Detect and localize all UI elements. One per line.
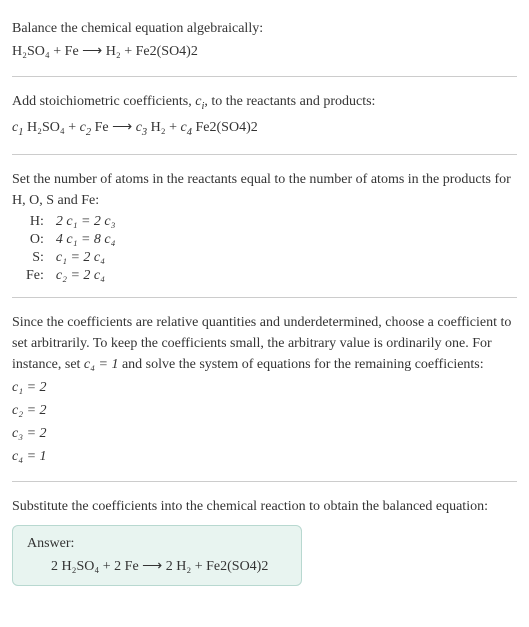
table-row: Fe: c₂ = 2 c₄ bbox=[20, 267, 122, 285]
text: , to the reactants and products: bbox=[204, 94, 375, 109]
answer-label: Answer: bbox=[27, 536, 287, 552]
c4: c4 bbox=[181, 120, 192, 135]
answer-equation: 2 H₂SO₄ + 2 Fe ⟶ 2 H₂ + Fe2(SO4)2 bbox=[27, 558, 287, 575]
divider bbox=[12, 154, 517, 155]
section-coefficients: Add stoichiometric coefficients, ci, to … bbox=[12, 81, 517, 150]
text: Fe ⟶ bbox=[91, 120, 136, 135]
solution-line: c₁ = 2 bbox=[12, 377, 517, 398]
c3: c3 bbox=[136, 120, 147, 135]
element-label: S: bbox=[20, 249, 50, 267]
divider bbox=[12, 297, 517, 298]
element-equation: c₁ = 2 c₄ bbox=[50, 249, 122, 267]
text: Add stoichiometric coefficients, bbox=[12, 94, 195, 109]
solution-line: c₂ = 2 bbox=[12, 400, 517, 421]
problem-title: Balance the chemical equation algebraica… bbox=[12, 18, 517, 39]
element-equation: 4 c₁ = 8 c₄ bbox=[50, 231, 122, 249]
solution-line: c₃ = 2 bbox=[12, 423, 517, 444]
text: and solve the system of equations for th… bbox=[118, 357, 483, 372]
balance-title: Set the number of atoms in the reactants… bbox=[12, 169, 517, 211]
divider bbox=[12, 76, 517, 77]
section-answer: Substitute the coefficients into the che… bbox=[12, 486, 517, 594]
coeff-title: Add stoichiometric coefficients, ci, to … bbox=[12, 91, 517, 115]
answer-box: Answer: 2 H₂SO₄ + 2 Fe ⟶ 2 H₂ + Fe2(SO4)… bbox=[12, 525, 302, 586]
element-equation: 2 c₁ = 2 c₃ bbox=[50, 213, 122, 231]
element-label: H: bbox=[20, 213, 50, 231]
element-label: O: bbox=[20, 231, 50, 249]
section-solve: Since the coefficients are relative quan… bbox=[12, 302, 517, 477]
problem-equation: H₂SO₄ + Fe ⟶ H₂ + Fe2(SO4)2 bbox=[12, 41, 517, 62]
answer-title: Substitute the coefficients into the che… bbox=[12, 496, 517, 517]
coeff-equation: c1 H₂SO₄ + c2 Fe ⟶ c3 H₂ + c4 Fe2(SO4)2 bbox=[12, 117, 517, 141]
balance-table: H: 2 c₁ = 2 c₃ O: 4 c₁ = 8 c₄ S: c₁ = 2 … bbox=[20, 213, 122, 285]
section-atom-balance: Set the number of atoms in the reactants… bbox=[12, 159, 517, 293]
table-row: O: 4 c₁ = 8 c₄ bbox=[20, 231, 122, 249]
solution-line: c₄ = 1 bbox=[12, 446, 517, 467]
text: H₂SO₄ + bbox=[23, 120, 79, 135]
c4-assign: c₄ = 1 bbox=[84, 357, 119, 372]
c2: c2 bbox=[80, 120, 91, 135]
table-row: S: c₁ = 2 c₄ bbox=[20, 249, 122, 267]
c1: c1 bbox=[12, 120, 23, 135]
element-label: Fe: bbox=[20, 267, 50, 285]
text: Fe2(SO4)2 bbox=[192, 120, 258, 135]
element-equation: c₂ = 2 c₄ bbox=[50, 267, 122, 285]
text: H₂ + bbox=[147, 120, 180, 135]
table-row: H: 2 c₁ = 2 c₃ bbox=[20, 213, 122, 231]
divider bbox=[12, 481, 517, 482]
solve-title: Since the coefficients are relative quan… bbox=[12, 312, 517, 375]
section-problem: Balance the chemical equation algebraica… bbox=[12, 8, 517, 72]
